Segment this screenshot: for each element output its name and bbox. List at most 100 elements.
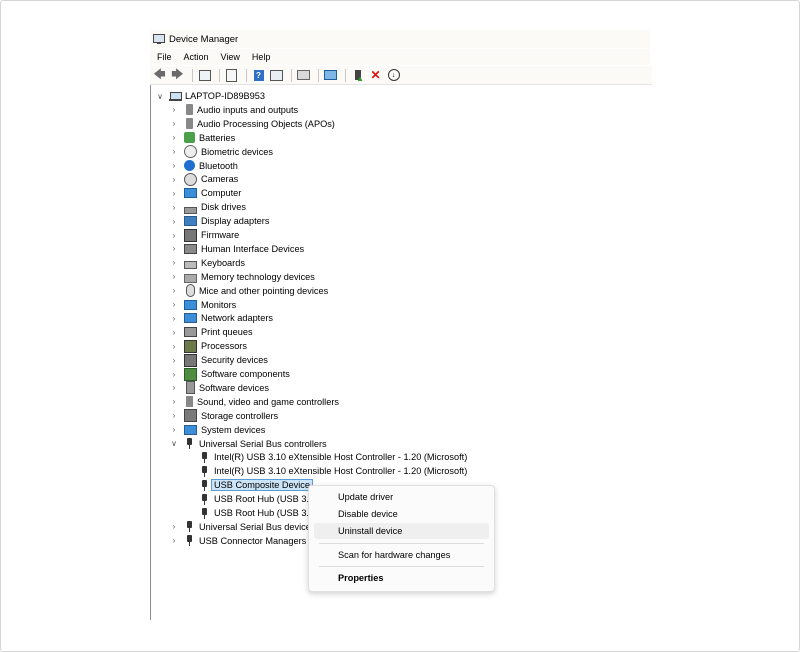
tree-category[interactable]: › Human Interface Devices <box>169 242 304 256</box>
mouse-icon <box>186 284 195 298</box>
chevron-right-icon[interactable]: › <box>169 536 179 545</box>
tree-item-label: Mice and other pointing devices <box>199 285 329 296</box>
scan-hardware-icon[interactable] <box>296 68 311 83</box>
tree-category-usb[interactable]: ∨ Universal Serial Bus controllers <box>169 437 327 451</box>
tree-usb-child[interactable]: USB Root Hub (USB 3.0 <box>184 492 314 506</box>
tree-category[interactable]: › Memory technology devices <box>169 270 315 284</box>
tree-item-label: Bluetooth <box>199 160 238 171</box>
chevron-down-icon[interactable]: ∨ <box>155 92 165 101</box>
menu-disable-device[interactable]: Disable device <box>314 506 489 522</box>
usb-icon <box>199 451 210 463</box>
window-title: Device Manager <box>169 33 239 45</box>
chevron-right-icon[interactable]: › <box>169 370 179 379</box>
chevron-right-icon[interactable]: › <box>169 244 179 253</box>
chevron-right-icon[interactable]: › <box>169 286 179 295</box>
chevron-right-icon[interactable]: › <box>169 356 179 365</box>
chevron-right-icon[interactable]: › <box>169 342 179 351</box>
tree-root[interactable]: ∨ LAPTOP-ID89B953 <box>155 89 265 103</box>
chevron-right-icon[interactable]: › <box>169 161 179 170</box>
help-icon[interactable]: ? <box>251 68 266 83</box>
tree-category[interactable]: › Universal Serial Bus devices <box>169 520 315 534</box>
tree-category[interactable]: › Display adapters <box>169 214 269 228</box>
chevron-right-icon[interactable]: › <box>169 147 179 156</box>
toolbar-separator <box>192 68 193 82</box>
add-driver-icon[interactable]: ▲ <box>350 68 365 83</box>
monitor-icon[interactable] <box>323 68 338 83</box>
download-icon[interactable]: ↓ <box>386 68 401 83</box>
menu-view[interactable]: View <box>214 52 245 62</box>
chevron-right-icon[interactable]: › <box>169 425 179 434</box>
uninstall-x-icon[interactable]: ✕ <box>368 68 383 83</box>
show-hidden-icon[interactable] <box>269 68 284 83</box>
tree-category[interactable]: › Network adapters <box>169 311 273 325</box>
chevron-right-icon[interactable]: › <box>169 203 179 212</box>
chevron-right-icon[interactable]: › <box>169 411 179 420</box>
firmware-icon <box>184 228 197 242</box>
chevron-right-icon[interactable]: › <box>169 397 179 406</box>
tree-category[interactable]: › Biometric devices <box>169 145 273 159</box>
menu-uninstall-device[interactable]: Uninstall device <box>314 523 489 539</box>
tree-category[interactable]: › Monitors <box>169 298 236 312</box>
forward-arrow-icon[interactable]: 🡆 <box>170 67 185 83</box>
tree-usb-child[interactable]: USB Root Hub (USB 3.0 <box>184 506 314 520</box>
chevron-right-icon[interactable]: › <box>169 217 179 226</box>
tree-category[interactable]: › Storage controllers <box>169 409 278 423</box>
menu-disable-device-label: Disable device <box>338 509 398 519</box>
chevron-right-icon[interactable]: › <box>169 119 179 128</box>
chevron-right-icon[interactable]: › <box>169 383 179 392</box>
tree-category[interactable]: › Batteries <box>169 131 235 145</box>
list-icon[interactable] <box>224 68 239 83</box>
sound-icon <box>186 396 193 408</box>
tree-usb-child[interactable]: Intel(R) USB 3.10 eXtensible Host Contro… <box>184 450 467 464</box>
chevron-right-icon[interactable]: › <box>169 189 179 198</box>
tree-category[interactable]: › Keyboards <box>169 256 245 270</box>
menu-help[interactable]: Help <box>245 52 276 62</box>
chevron-right-icon[interactable]: › <box>169 105 179 114</box>
chevron-right-icon[interactable]: › <box>169 300 179 309</box>
tree-item-label: Security devices <box>201 355 268 366</box>
chevron-down-icon[interactable]: ∨ <box>169 439 179 448</box>
tree-item-label: Software components <box>201 369 290 379</box>
tree-category[interactable]: › System devices <box>169 423 265 437</box>
menu-scan-hardware[interactable]: Scan for hardware changes <box>314 547 489 563</box>
tree-usb-child[interactable]: USB Composite Device <box>184 478 313 492</box>
menu-properties[interactable]: Properties <box>314 570 489 586</box>
tree-category[interactable]: › Software devices <box>169 381 269 395</box>
tree-category[interactable]: › Audio inputs and outputs <box>169 103 298 117</box>
tree-category[interactable]: › Computer <box>169 186 241 200</box>
tree-category[interactable]: › Processors <box>169 339 247 353</box>
menu-file[interactable]: File <box>150 52 177 62</box>
chevron-right-icon[interactable]: › <box>169 328 179 337</box>
menu-scan-hardware-label: Scan for hardware changes <box>338 550 451 560</box>
tree-category[interactable]: › Sound, video and game controllers <box>169 395 339 409</box>
usb-icon <box>199 507 210 519</box>
tree-category[interactable]: › Disk drives <box>169 200 246 214</box>
chevron-right-icon[interactable]: › <box>169 133 179 142</box>
system-icon <box>184 424 197 435</box>
menu-action[interactable]: Action <box>177 52 214 62</box>
menu-update-driver[interactable]: Update driver <box>314 489 489 505</box>
chevron-right-icon[interactable]: › <box>169 522 179 531</box>
tree-item-label: USB Composite Device <box>211 479 313 492</box>
tree-category[interactable]: › Audio Processing Objects (APOs) <box>169 117 335 131</box>
tree-category[interactable]: › Software components <box>169 367 290 381</box>
tree-category[interactable]: › Security devices <box>169 353 268 367</box>
tree-category[interactable]: › Firmware <box>169 228 239 242</box>
properties-icon[interactable] <box>197 68 212 83</box>
computer-icon <box>184 188 197 199</box>
chevron-right-icon[interactable]: › <box>169 314 179 323</box>
toolbar-separator <box>318 68 319 82</box>
back-arrow-icon[interactable]: 🡄 <box>152 67 167 83</box>
chevron-right-icon[interactable]: › <box>169 258 179 267</box>
network-icon <box>184 313 197 324</box>
tree-category[interactable]: › USB Connector Managers <box>169 534 306 548</box>
chevron-right-icon[interactable]: › <box>169 231 179 240</box>
chevron-right-icon[interactable]: › <box>169 272 179 281</box>
tree-category[interactable]: › Bluetooth <box>169 159 238 173</box>
tree-category[interactable]: › Print queues <box>169 325 253 339</box>
tree-category[interactable]: › Cameras <box>169 172 238 186</box>
tree-category[interactable]: › Mice and other pointing devices <box>169 284 328 298</box>
tree-usb-child[interactable]: Intel(R) USB 3.10 eXtensible Host Contro… <box>184 464 467 478</box>
chevron-right-icon[interactable]: › <box>169 175 179 184</box>
toolbar-separator <box>246 68 247 82</box>
